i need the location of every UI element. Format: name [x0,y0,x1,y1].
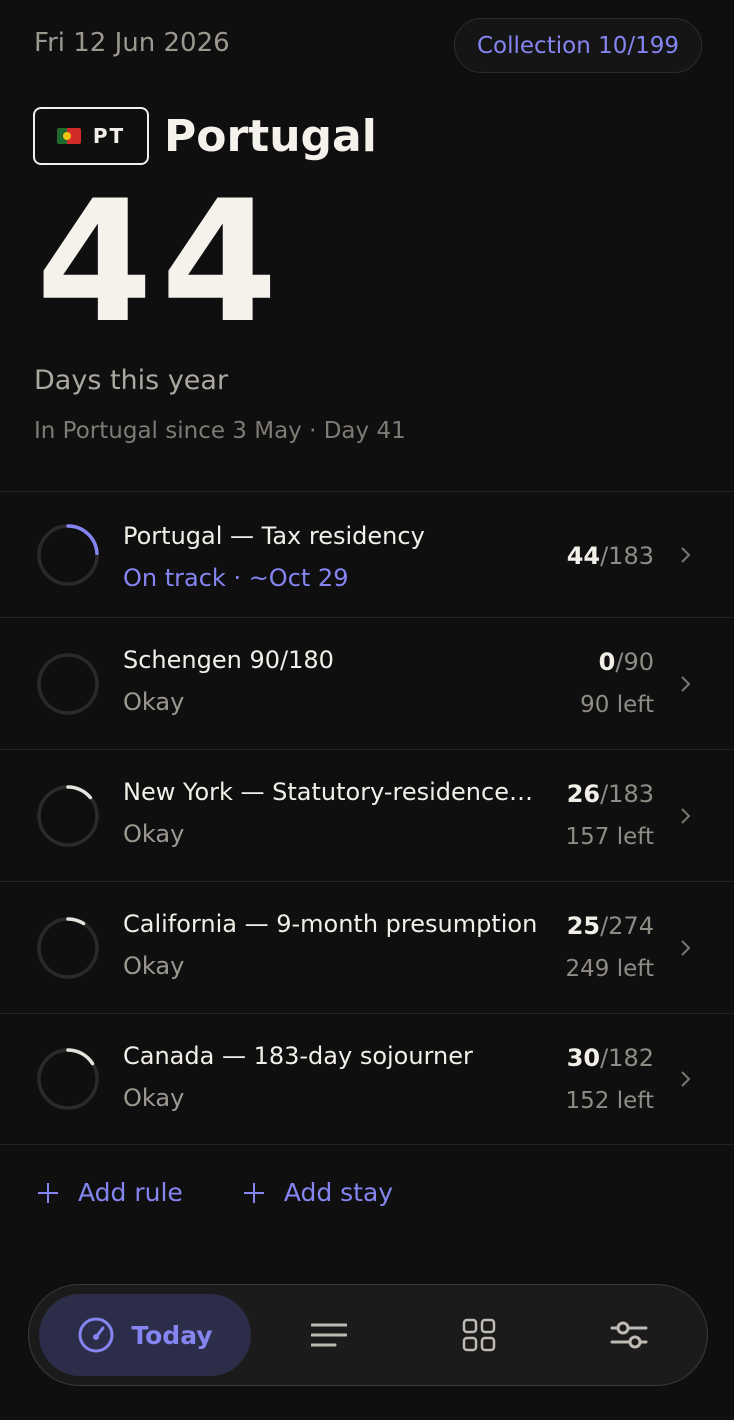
rule-days-left: 90 left [580,692,654,718]
rule-title: Canada — 183-day sojourner [123,1042,473,1070]
quick-actions: Add rule Add stay [37,1178,393,1207]
rule-row-new-york[interactable]: New York — Statutory-residence test Okay… [0,749,734,881]
progress-ring-icon [37,1048,99,1110]
tab-list[interactable] [299,1285,359,1385]
rule-row-canada[interactable]: Canada — 183-day sojourner Okay 30/182 1… [0,1013,734,1145]
current-date: Fri 12 Jun 2026 [34,28,230,58]
rule-status: Okay [123,820,185,848]
add-rule-label: Add rule [78,1178,183,1207]
chevron-right-icon [681,675,691,692]
portugal-flag-icon [56,128,81,144]
country-name: Portugal [164,110,377,162]
country-badge[interactable]: PT [33,107,149,165]
chevron-right-icon [681,939,691,956]
progress-ring-icon [37,652,99,715]
rule-days-left: 152 left [565,1088,654,1114]
rule-row-california[interactable]: California — 9-month presumption Okay 25… [0,881,734,1013]
rule-days-left: 249 left [565,956,654,982]
list-icon [311,1323,347,1347]
days-count: 44 [36,164,286,360]
rule-days-left: 157 left [565,824,654,850]
chevron-right-icon [681,1071,691,1087]
tab-today-label: Today [131,1320,213,1350]
rule-count: 30/182 [566,1044,654,1072]
collection-button[interactable]: Collection 10/199 [454,18,702,73]
add-stay-label: Add stay [283,1178,394,1207]
rule-row-schengen[interactable]: Schengen 90/180 Okay 0/90 90 left [0,617,734,749]
chevron-right-icon [681,807,691,824]
rule-count: 25/274 [566,912,654,940]
country-header: PT Portugal [33,107,377,165]
rule-status: On track · ~Oct 29 [123,564,349,592]
tab-settings[interactable] [599,1285,659,1385]
rule-title: New York — Statutory-residence test [123,778,538,806]
sliders-icon [610,1321,648,1349]
rule-status: Okay [123,952,185,980]
progress-ring-icon [37,523,99,586]
chevron-right-icon [681,546,691,563]
add-stay-button[interactable]: Add stay [243,1178,393,1207]
rule-count: 44/183 [566,542,654,570]
rule-title: Portugal — Tax residency [123,522,425,550]
rule-row-portugal[interactable]: Portugal — Tax residency On track · ~Oct… [0,491,734,617]
country-code: PT [92,124,126,148]
rule-status: Okay [123,688,185,716]
rule-count: 26/183 [566,780,654,808]
days-label: Days this year [34,365,229,396]
tab-grid[interactable] [449,1285,509,1385]
today-screen: Fri 12 Jun 2026 Collection 10/199 PT Por… [0,0,734,1420]
rule-status: Okay [123,1084,185,1112]
gauge-icon [78,1317,114,1353]
rule-count: 0/90 [598,648,654,676]
plus-icon [38,1182,58,1203]
add-rule-button[interactable]: Add rule [37,1178,183,1207]
rule-title: California — 9-month presumption [123,910,538,938]
progress-ring-icon [37,784,99,847]
grid-icon [462,1318,496,1352]
tab-bar: Today [28,1284,708,1386]
plus-icon [243,1182,264,1203]
progress-ring-icon [37,916,99,979]
since-label: In Portugal since 3 May · Day 41 [34,418,406,444]
rule-title: Schengen 90/180 [123,646,334,674]
tab-today[interactable]: Today [39,1294,251,1376]
rules-list: Portugal — Tax residency On track · ~Oct… [0,491,734,1145]
